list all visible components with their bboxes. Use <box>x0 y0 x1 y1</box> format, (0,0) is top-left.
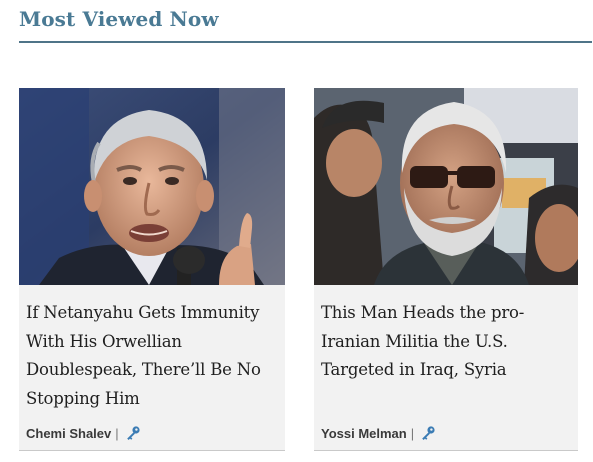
author-name[interactable]: Chemi Shalev <box>26 426 111 441</box>
card-bottom-rule <box>314 450 578 451</box>
section-divider <box>19 41 592 43</box>
card-bottom-rule <box>19 450 285 451</box>
article-card-1[interactable]: If Netanyahu Gets Immunity With His Orwe… <box>19 88 285 451</box>
byline-separator: | <box>410 425 415 441</box>
key-icon <box>125 425 141 441</box>
article-image-1[interactable] <box>19 88 285 285</box>
article-image-2[interactable] <box>314 88 578 285</box>
section-title: Most Viewed Now <box>19 7 219 31</box>
article-card-2[interactable]: This Man Heads the pro-Iranian Militia t… <box>314 88 578 451</box>
author-name[interactable]: Yossi Melman <box>321 426 407 441</box>
article-headline-1[interactable]: If Netanyahu Gets Immunity With His Orwe… <box>19 285 285 413</box>
byline-separator: | <box>115 425 119 441</box>
key-icon <box>420 425 436 441</box>
article-byline-2: Yossi Melman | <box>321 425 436 441</box>
article-headline-2[interactable]: This Man Heads the pro-Iranian Militia t… <box>314 285 578 385</box>
most-viewed-header: Most Viewed Now <box>19 0 593 43</box>
article-byline-1: Chemi Shalev | <box>26 425 141 441</box>
